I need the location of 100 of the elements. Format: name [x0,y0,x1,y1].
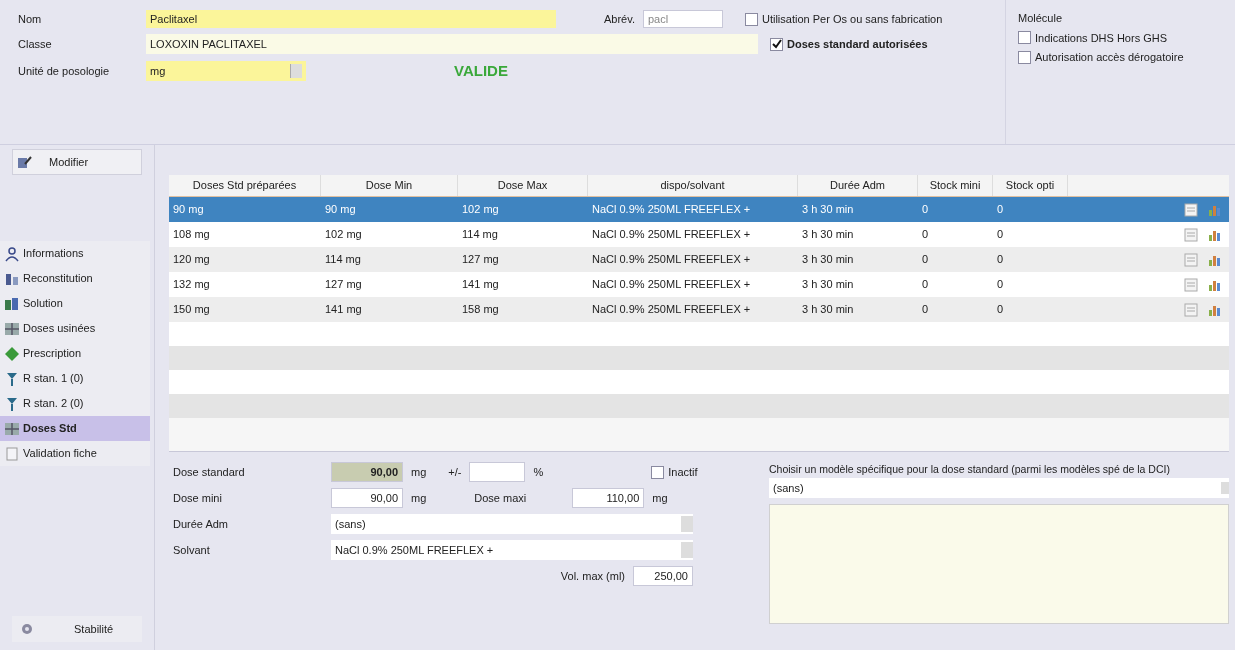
sidebar-item[interactable]: Informations [0,241,150,266]
table-cell-text: 0 [996,252,1005,268]
checkbox[interactable] [1018,50,1031,64]
table-cell-text: 0 [996,302,1005,318]
grid-icon [4,320,20,337]
unit-label: mg [411,490,427,506]
field-label: Solvant [173,542,211,558]
modify-button[interactable]: Modifier [12,149,142,175]
table-cell-text: 114 mg [461,227,499,243]
field-label: Dose mini [173,490,223,506]
sidebar-item[interactable]: R stan. 2 (0) [0,391,150,416]
table-cell-text: 0 [996,202,1005,218]
table-row[interactable]: 90 mg 90 mg 102 mg NaCl 0.9% 250ML FREEFLEX + 3 h 30 min 0 0 [169,197,1229,222]
diamond-icon [4,345,20,362]
group-title: Molécule [1018,11,1064,26]
dose-field[interactable]: 90,00 [331,488,403,508]
sidebar-item[interactable]: R stan. 1 (0) [0,366,150,391]
table-cell-text: 0 [921,302,930,318]
table-cell-text: 114 mg [324,252,362,268]
field-label: Dose maxi [474,490,528,506]
checkbox-label: Indications DHS Hors GHS [1035,30,1168,46]
table-cell-text: NaCl 0.9% 250ML FREEFLEX + [591,277,752,293]
person-icon [4,245,20,262]
checkbox-label: Utilisation Per Os ou sans fabrication [762,11,943,27]
checkbox[interactable] [745,12,758,26]
dose-field[interactable]: 110,00 [572,488,645,508]
sidebar-item[interactable]: Solution [0,291,150,316]
column-header[interactable]: Durée Adm [798,175,918,196]
table-cell-text: NaCl 0.9% 250ML FREEFLEX + [591,202,752,218]
table-cell-text: 141 mg [461,277,500,293]
field-label: Unité de posologie [18,64,111,79]
sidebar-item[interactable]: Doses usinées [0,316,150,341]
table-row[interactable]: 120 mg 114 mg 127 mg NaCl 0.9% 250ML FREEFLEX + 3 h 30 min 0 0 [169,247,1229,272]
table-cell-text: 0 [921,202,930,218]
checkbox-label: Inactif [668,464,698,480]
table-cell-text: 3 h 30 min [801,277,855,293]
field-label: Vol. max (ml) [560,568,625,584]
sidebar-item[interactable]: Reconstitution [0,266,150,291]
duration-dropdown[interactable]: (sans) [331,514,693,534]
checkbox-label: Doses standard autorisées [787,36,928,52]
field-label: +/- [448,464,462,480]
tolerance-field[interactable] [469,462,526,482]
table-row[interactable]: 150 mg 141 mg 158 mg NaCl 0.9% 250ML FREEFLEX + 3 h 30 min 0 0 [169,297,1229,322]
column-header[interactable]: Doses Std préparées [169,175,321,196]
stability-button[interactable]: Stabilité [12,616,142,642]
table-cell-text: NaCl 0.9% 250ML FREEFLEX + [591,302,752,318]
checkbox[interactable] [770,37,783,51]
table-row[interactable]: 132 mg 127 mg 141 mg NaCl 0.9% 250ML FREEFLEX + 3 h 30 min 0 0 [169,272,1229,297]
table-cell-text: NaCl 0.9% 250ML FREEFLEX + [591,252,752,268]
flask-icon [4,295,20,312]
solvent-dropdown[interactable]: NaCl 0.9% 250ML FREEFLEX + [331,540,693,560]
column-header[interactable]: Dose Min [321,175,458,196]
unit-label: mg [652,490,668,506]
field-label: Classe [18,36,53,52]
column-header[interactable]: Stock mini [918,175,993,196]
volume-field[interactable]: 250,00 [633,566,693,586]
table-cell-text: 3 h 30 min [801,202,855,218]
edit-icon [17,155,33,169]
table-cell-text: 3 h 30 min [801,227,855,243]
unit-dropdown[interactable]: mg [146,61,306,82]
dose-field[interactable]: 90,00 [331,462,403,482]
model-dropdown[interactable]: (sans) [769,477,1229,498]
table-cell-text: 3 h 30 min [801,302,855,318]
notepad-icon[interactable] [1183,201,1199,218]
grid-icon [4,420,20,437]
field-label: Nom [18,11,43,27]
table-cell-text: 132 mg [172,277,211,293]
table-cell-text: 120 mg [172,252,211,268]
unit-label: % [533,464,544,480]
table-cell-text: 0 [996,277,1005,293]
table-cell-text: 158 mg [461,302,500,318]
checkbox[interactable] [1018,31,1031,45]
field-label: Abrév. [604,11,635,27]
table-cell-text: 150 mg [172,302,211,318]
name-field[interactable]: Paclitaxel [146,10,556,28]
table-cell-text: 127 mg [461,252,500,268]
column-header[interactable]: Dose Max [458,175,588,196]
gear-icon [20,622,34,636]
sidebar-item[interactable]: Prescription [0,341,150,366]
column-header[interactable]: dispo/solvant [588,175,798,196]
table-cell-text: 141 mg [324,302,363,318]
field-label: Dose standard [173,464,246,480]
abbreviation-field[interactable]: pacl [643,10,723,28]
class-field[interactable]: LOXOXIN PACLITAXEL [146,34,758,54]
table-cell-text: NaCl 0.9% 250ML FREEFLEX + [591,227,752,243]
notepad-icon[interactable] [1183,276,1199,293]
notepad-icon[interactable] [1183,226,1199,243]
table-cell-text: 0 [921,227,930,243]
table-cell-text: 90 mg [324,202,357,218]
page-icon [4,445,20,462]
table-cell-text: 0 [921,277,930,293]
table-cell-text: 102 mg [324,227,363,243]
checkbox-label: Autorisation accès dérogatoire [1035,50,1184,65]
table-row[interactable]: 108 mg 102 mg 114 mg NaCl 0.9% 250ML FREEFLEX + 3 h 30 min 0 0 [169,222,1229,247]
sidebar-item[interactable]: Validation fiche [0,441,150,466]
sidebar-item[interactable]: Doses Std [0,416,150,441]
field-label: Durée Adm [173,516,230,532]
checkbox[interactable] [651,465,665,479]
column-header[interactable]: Stock opti [993,175,1068,196]
table-cell-text: 102 mg [461,202,500,218]
